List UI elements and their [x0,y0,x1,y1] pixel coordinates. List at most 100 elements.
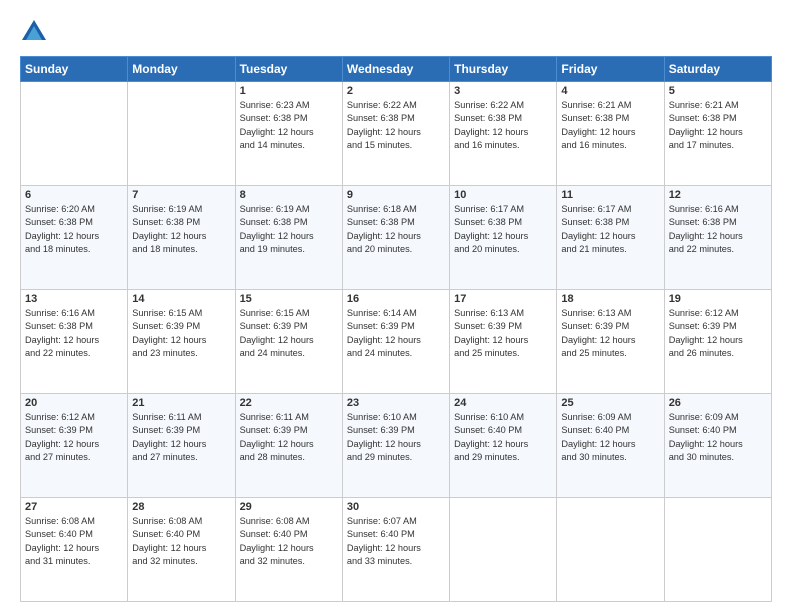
calendar-cell [21,82,128,186]
day-info: Sunrise: 6:11 AM Sunset: 6:39 PM Dayligh… [240,411,338,464]
day-info: Sunrise: 6:11 AM Sunset: 6:39 PM Dayligh… [132,411,230,464]
weekday-header-tuesday: Tuesday [235,57,342,82]
calendar-cell: 28 Sunrise: 6:08 AM Sunset: 6:40 PM Dayli… [128,498,235,602]
day-number: 17 [454,293,552,305]
day-info: Sunrise: 6:19 AM Sunset: 6:38 PM Dayligh… [240,203,338,256]
day-number: 14 [132,293,230,305]
day-info: Sunrise: 6:14 AM Sunset: 6:39 PM Dayligh… [347,307,445,360]
day-number: 15 [240,293,338,305]
day-info: Sunrise: 6:16 AM Sunset: 6:38 PM Dayligh… [25,307,123,360]
calendar-cell: 7Sunrise: 6:19 AM Sunset: 6:38 PM Daylig… [128,186,235,290]
calendar-cell: 17 Sunrise: 6:13 AM Sunset: 6:39 PM Dayli… [450,290,557,394]
day-info: Sunrise: 6:17 AM Sunset: 6:38 PM Dayligh… [561,203,659,256]
day-info: Sunrise: 6:09 AM Sunset: 6:40 PM Dayligh… [669,411,767,464]
calendar-cell: 4 Sunrise: 6:21 AM Sunset: 6:38 PM Daylig… [557,82,664,186]
day-number: 2 [347,85,445,97]
weekday-header-saturday: Saturday [664,57,771,82]
header [20,18,772,46]
calendar-cell: 5 Sunrise: 6:21 AM Sunset: 6:38 PM Daylig… [664,82,771,186]
day-info: Sunrise: 6:07 AM Sunset: 6:40 PM Dayligh… [347,515,445,568]
week-row-3: 13 Sunrise: 6:16 AM Sunset: 6:38 PM Dayli… [21,290,772,394]
weekday-header-thursday: Thursday [450,57,557,82]
day-info: Sunrise: 6:21 AM Sunset: 6:38 PM Dayligh… [669,99,767,152]
day-number: 3 [454,85,552,97]
day-number: 8 [240,189,338,201]
calendar-cell: 14 Sunrise: 6:15 AM Sunset: 6:39 PM Dayli… [128,290,235,394]
calendar-cell: 8 Sunrise: 6:19 AM Sunset: 6:38 PM Daylig… [235,186,342,290]
day-info: Sunrise: 6:15 AM Sunset: 6:39 PM Dayligh… [132,307,230,360]
page: SundayMondayTuesdayWednesdayThursdayFrid… [0,0,792,612]
calendar-cell: 30 Sunrise: 6:07 AM Sunset: 6:40 PM Dayli… [342,498,449,602]
day-number: 23 [347,397,445,409]
calendar-cell [128,82,235,186]
day-number: 9 [347,189,445,201]
day-info: Sunrise: 6:18 AM Sunset: 6:38 PM Dayligh… [347,203,445,256]
day-info: Sunrise: 6:08 AM Sunset: 6:40 PM Dayligh… [25,515,123,568]
day-info: Sunrise: 6:15 AM Sunset: 6:39 PM Dayligh… [240,307,338,360]
day-info: Sunrise: 6:16 AM Sunset: 6:38 PM Dayligh… [669,203,767,256]
day-number: 20 [25,397,123,409]
day-info: Sunrise: 6:19 AM Sunset: 6:38 PM Dayligh… [132,203,230,256]
logo-icon [20,18,48,46]
day-number: 24 [454,397,552,409]
day-number: 28 [132,501,230,513]
day-number: 26 [669,397,767,409]
weekday-header-sunday: Sunday [21,57,128,82]
calendar-cell [450,498,557,602]
calendar-cell: 24 Sunrise: 6:10 AM Sunset: 6:40 PM Dayli… [450,394,557,498]
day-info: Sunrise: 6:09 AM Sunset: 6:40 PM Dayligh… [561,411,659,464]
day-info: Sunrise: 6:08 AM Sunset: 6:40 PM Dayligh… [132,515,230,568]
calendar-cell: 11 Sunrise: 6:17 AM Sunset: 6:38 PM Dayli… [557,186,664,290]
calendar-cell: 16 Sunrise: 6:14 AM Sunset: 6:39 PM Dayli… [342,290,449,394]
week-row-2: 6Sunrise: 6:20 AM Sunset: 6:38 PM Daylig… [21,186,772,290]
logo [20,18,50,46]
weekday-header-friday: Friday [557,57,664,82]
calendar-table: SundayMondayTuesdayWednesdayThursdayFrid… [20,56,772,602]
day-number: 22 [240,397,338,409]
day-number: 1 [240,85,338,97]
day-info: Sunrise: 6:23 AM Sunset: 6:38 PM Dayligh… [240,99,338,152]
calendar-cell [664,498,771,602]
weekday-header-wednesday: Wednesday [342,57,449,82]
calendar-cell: 18 Sunrise: 6:13 AM Sunset: 6:39 PM Dayli… [557,290,664,394]
day-number: 29 [240,501,338,513]
day-number: 12 [669,189,767,201]
day-info: Sunrise: 6:20 AM Sunset: 6:38 PM Dayligh… [25,203,123,256]
calendar-cell: 1 Sunrise: 6:23 AM Sunset: 6:38 PM Daylig… [235,82,342,186]
week-row-5: 27Sunrise: 6:08 AM Sunset: 6:40 PM Dayli… [21,498,772,602]
day-info: Sunrise: 6:12 AM Sunset: 6:39 PM Dayligh… [25,411,123,464]
calendar-cell: 9 Sunrise: 6:18 AM Sunset: 6:38 PM Daylig… [342,186,449,290]
week-row-1: 1 Sunrise: 6:23 AM Sunset: 6:38 PM Daylig… [21,82,772,186]
day-number: 19 [669,293,767,305]
day-info: Sunrise: 6:13 AM Sunset: 6:39 PM Dayligh… [561,307,659,360]
day-number: 10 [454,189,552,201]
calendar-cell: 3Sunrise: 6:22 AM Sunset: 6:38 PM Daylig… [450,82,557,186]
calendar-cell: 6Sunrise: 6:20 AM Sunset: 6:38 PM Daylig… [21,186,128,290]
day-number: 11 [561,189,659,201]
weekday-header-row: SundayMondayTuesdayWednesdayThursdayFrid… [21,57,772,82]
day-info: Sunrise: 6:17 AM Sunset: 6:38 PM Dayligh… [454,203,552,256]
calendar-cell: 2 Sunrise: 6:22 AM Sunset: 6:38 PM Daylig… [342,82,449,186]
calendar-cell: 15 Sunrise: 6:15 AM Sunset: 6:39 PM Dayli… [235,290,342,394]
week-row-4: 20 Sunrise: 6:12 AM Sunset: 6:39 PM Dayli… [21,394,772,498]
day-number: 13 [25,293,123,305]
day-number: 30 [347,501,445,513]
day-number: 16 [347,293,445,305]
day-info: Sunrise: 6:21 AM Sunset: 6:38 PM Dayligh… [561,99,659,152]
calendar-cell: 12 Sunrise: 6:16 AM Sunset: 6:38 PM Dayli… [664,186,771,290]
calendar-cell: 25Sunrise: 6:09 AM Sunset: 6:40 PM Dayli… [557,394,664,498]
day-number: 5 [669,85,767,97]
calendar-cell: 27Sunrise: 6:08 AM Sunset: 6:40 PM Dayli… [21,498,128,602]
day-info: Sunrise: 6:22 AM Sunset: 6:38 PM Dayligh… [347,99,445,152]
calendar-cell: 23Sunrise: 6:10 AM Sunset: 6:39 PM Dayli… [342,394,449,498]
calendar-cell: 22 Sunrise: 6:11 AM Sunset: 6:39 PM Dayli… [235,394,342,498]
day-info: Sunrise: 6:08 AM Sunset: 6:40 PM Dayligh… [240,515,338,568]
day-number: 4 [561,85,659,97]
calendar-cell: 20 Sunrise: 6:12 AM Sunset: 6:39 PM Dayli… [21,394,128,498]
day-info: Sunrise: 6:13 AM Sunset: 6:39 PM Dayligh… [454,307,552,360]
day-number: 18 [561,293,659,305]
calendar-cell: 10 Sunrise: 6:17 AM Sunset: 6:38 PM Dayli… [450,186,557,290]
day-info: Sunrise: 6:10 AM Sunset: 6:40 PM Dayligh… [454,411,552,464]
weekday-header-monday: Monday [128,57,235,82]
calendar-cell: 29 Sunrise: 6:08 AM Sunset: 6:40 PM Dayli… [235,498,342,602]
